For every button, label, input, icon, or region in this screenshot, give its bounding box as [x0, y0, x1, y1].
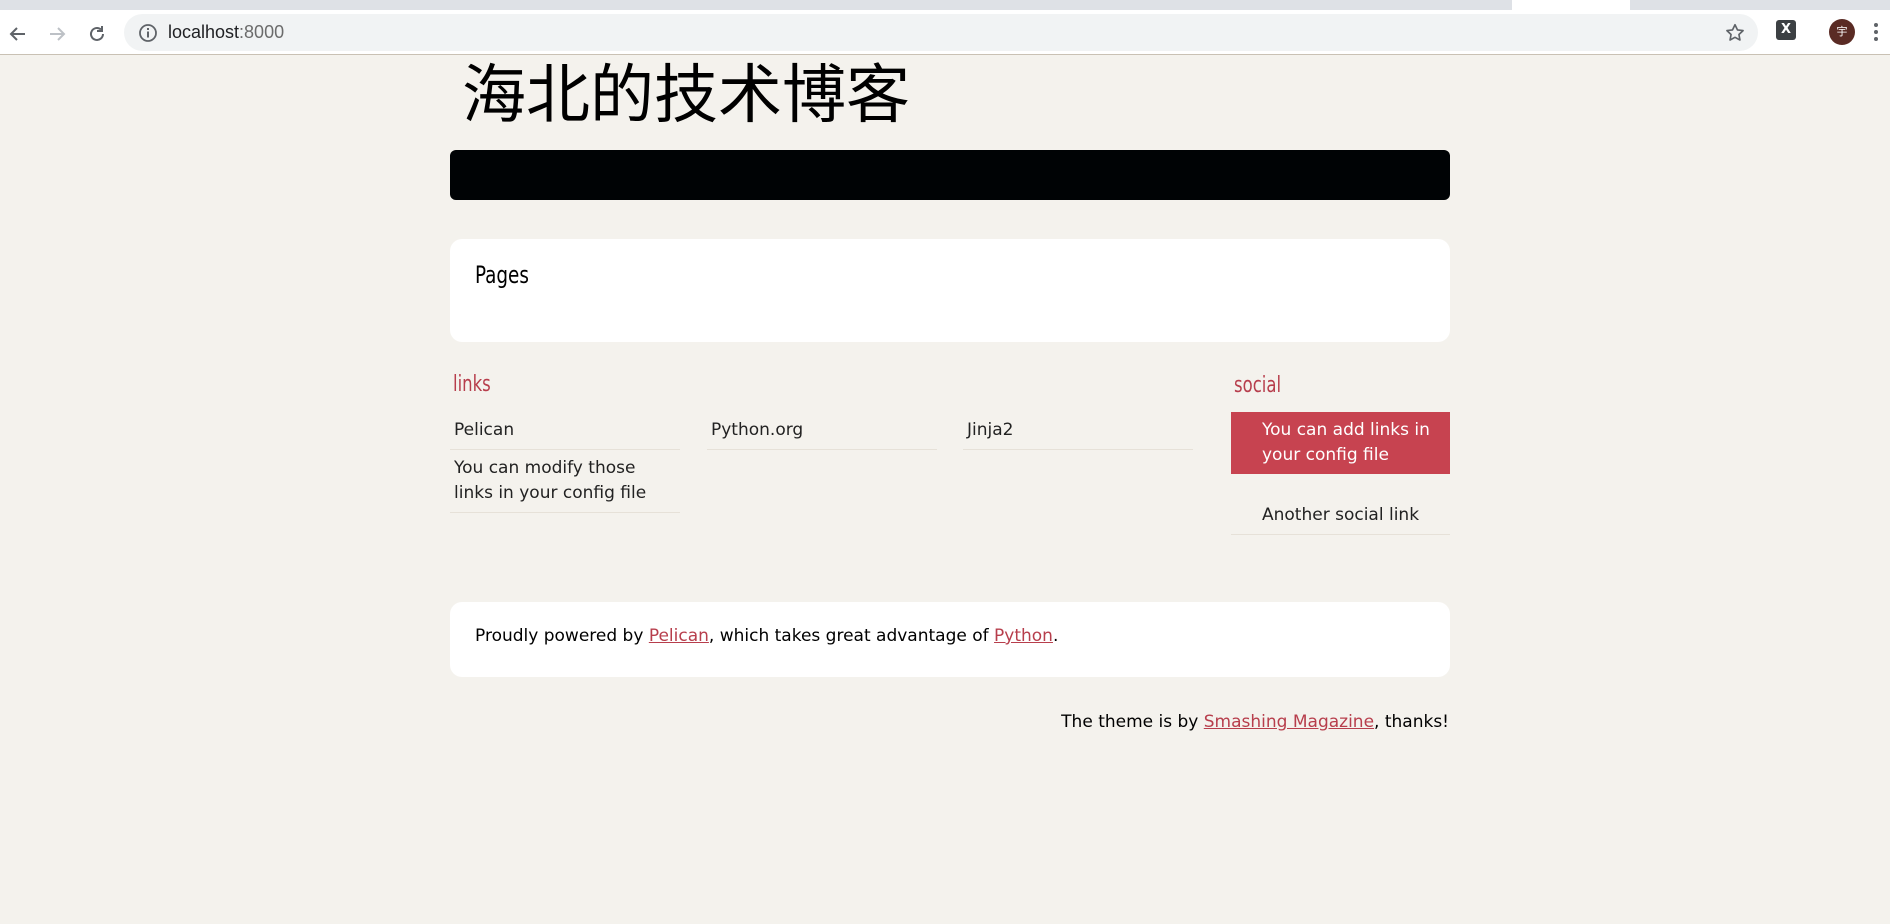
social-link-config[interactable]: You can add links in your config file: [1231, 412, 1450, 474]
browser-toolbar: localhost:8000 X 宇: [0, 10, 1890, 55]
bookmark-star-icon[interactable]: [1724, 22, 1746, 44]
url-port: :8000: [239, 22, 285, 42]
link-pelican[interactable]: Pelican: [450, 412, 680, 450]
theme-prefix: The theme is by: [1061, 712, 1204, 732]
social-heading: social: [1234, 373, 1282, 398]
pages-section: Pages: [450, 239, 1450, 342]
powered-suffix: .: [1052, 626, 1059, 646]
profile-avatar[interactable]: 宇: [1829, 19, 1855, 45]
pages-heading: Pages: [475, 261, 529, 289]
smashing-magazine-link[interactable]: Smashing Magazine: [1204, 712, 1374, 732]
main-navbar: [450, 150, 1450, 200]
powered-middle: , which takes great advantage of: [708, 626, 995, 646]
address-bar[interactable]: localhost:8000: [124, 14, 1758, 51]
arrow-right-icon: [50, 27, 66, 41]
back-button[interactable]: [3, 19, 33, 49]
link-jinja2[interactable]: Jinja2: [963, 412, 1193, 450]
links-heading: links: [453, 372, 491, 397]
site-title[interactable]: 海北的技术博客: [462, 56, 910, 136]
powered-prefix: Proudly powered by: [475, 626, 649, 646]
url-host: localhost: [168, 22, 240, 42]
footer-section: Proudly powered by Pelican, which takes …: [450, 602, 1450, 677]
theme-credit: The theme is by Smashing Magazine, thank…: [1061, 712, 1449, 732]
link-config-note[interactable]: You can modify those links in your confi…: [450, 450, 680, 513]
url-text[interactable]: localhost:8000: [168, 14, 284, 51]
theme-suffix: , thanks!: [1374, 712, 1449, 732]
python-link[interactable]: Python: [994, 626, 1053, 646]
social-link-another[interactable]: Another social link: [1231, 497, 1450, 535]
arrow-left-icon: [9, 27, 25, 41]
pelican-link[interactable]: Pelican: [649, 626, 709, 646]
info-icon[interactable]: [138, 23, 158, 43]
active-tab[interactable]: [1512, 0, 1630, 10]
forward-button[interactable]: [42, 19, 72, 49]
kebab-menu-icon[interactable]: [1870, 20, 1882, 44]
tab-strip: [0, 0, 1890, 10]
link-python-org[interactable]: Python.org: [707, 412, 937, 450]
reload-button[interactable]: [82, 19, 112, 49]
reload-icon: [90, 26, 104, 41]
powered-by-text: Proudly powered by Pelican, which takes …: [475, 626, 1058, 646]
extension-icon[interactable]: X: [1776, 20, 1796, 40]
